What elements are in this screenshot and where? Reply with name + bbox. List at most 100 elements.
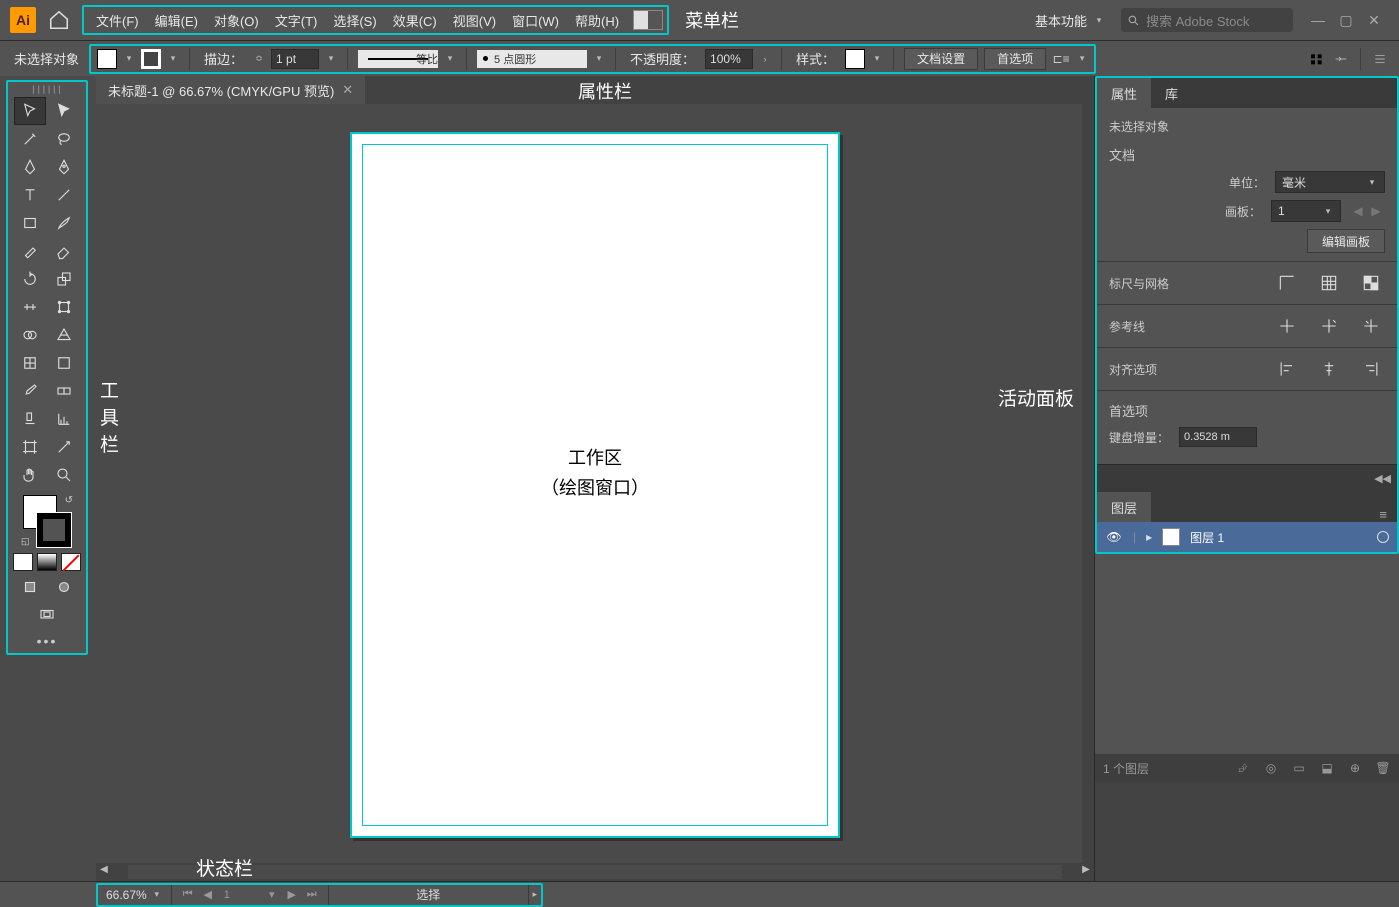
shape-builder-tool[interactable] bbox=[15, 322, 45, 348]
arrange-docs-icon[interactable] bbox=[633, 10, 663, 30]
close-tab-icon[interactable]: ✕ bbox=[342, 82, 353, 98]
scale-tool[interactable] bbox=[49, 266, 79, 292]
symbol-sprayer-tool[interactable] bbox=[15, 406, 45, 432]
chevron-down-icon[interactable]: ▾ bbox=[871, 53, 883, 64]
nav-last-icon[interactable]: ⏭ bbox=[304, 888, 320, 901]
scroll-left-icon[interactable]: ◀ bbox=[96, 864, 112, 880]
panel-menu-icon[interactable]: ≡ bbox=[1369, 507, 1397, 522]
color-mode[interactable] bbox=[13, 553, 33, 571]
doc-setup-button[interactable]: 文档设置 bbox=[904, 48, 978, 70]
style-swatch[interactable] bbox=[845, 49, 865, 69]
none-mode[interactable] bbox=[61, 553, 81, 571]
graph-tool[interactable] bbox=[49, 406, 79, 432]
artboard-tool[interactable] bbox=[15, 434, 45, 460]
workspace-dropdown[interactable]: 基本功能▾ bbox=[1025, 7, 1115, 34]
selection-tool[interactable] bbox=[15, 98, 45, 124]
guides-lock-icon[interactable] bbox=[1315, 313, 1343, 339]
screen-mode[interactable] bbox=[15, 602, 79, 628]
brush-sample[interactable]: 5 点圆形 bbox=[477, 50, 587, 68]
vertical-scrollbar[interactable] bbox=[1082, 104, 1094, 863]
stepper-icon[interactable]: ≎ bbox=[253, 53, 265, 64]
line-tool[interactable] bbox=[49, 182, 79, 208]
new-layer-icon[interactable]: ⊕ bbox=[1347, 760, 1363, 776]
edit-toolbar-icon[interactable]: ••• bbox=[37, 633, 58, 649]
status-tool[interactable]: 选择 bbox=[329, 885, 529, 905]
menu-view[interactable]: 视图(V) bbox=[445, 11, 504, 30]
stroke-weight-input[interactable]: 1 pt bbox=[271, 49, 319, 69]
scroll-right-icon[interactable]: ▶ bbox=[1078, 864, 1094, 880]
menu-type[interactable]: 文字(T) bbox=[267, 11, 326, 30]
perspective-tool[interactable] bbox=[49, 322, 79, 348]
chevron-right-icon[interactable]: › bbox=[759, 54, 771, 64]
chevron-down-icon[interactable]: ▾ bbox=[593, 53, 605, 64]
stroke-swatch[interactable] bbox=[141, 49, 161, 69]
draw-mode-normal[interactable] bbox=[15, 574, 45, 600]
document-tab[interactable]: 未标题-1 @ 66.67% (CMYK/GPU 预览) ✕ bbox=[96, 76, 365, 104]
eyedropper-tool[interactable] bbox=[15, 378, 45, 404]
tab-layers[interactable]: 图层 bbox=[1097, 492, 1151, 522]
menu-select[interactable]: 选择(S) bbox=[325, 11, 384, 30]
grid-icon[interactable] bbox=[1315, 270, 1343, 296]
maximize-icon[interactable]: ▢ bbox=[1337, 12, 1355, 29]
chevron-down-icon[interactable]: ▾ bbox=[167, 53, 179, 64]
clip-icon[interactable]: ◎ bbox=[1263, 760, 1279, 776]
transparency-grid-icon[interactable] bbox=[1357, 270, 1385, 296]
lasso-tool[interactable] bbox=[49, 126, 79, 152]
blend-tool[interactable] bbox=[49, 378, 79, 404]
status-menu-icon[interactable]: ▸ bbox=[529, 889, 541, 900]
chevron-down-icon[interactable]: ▾ bbox=[123, 53, 135, 64]
chevron-down-icon[interactable]: ▾ bbox=[1076, 53, 1088, 64]
chevron-down-icon[interactable]: ▾ bbox=[444, 53, 456, 64]
nav-prev-icon[interactable]: ◀ bbox=[200, 888, 216, 901]
nav-next-icon[interactable]: ▶ bbox=[284, 888, 300, 901]
layer-row[interactable]: 👁 | ▸ 图层 1 bbox=[1097, 522, 1397, 552]
menu-help[interactable]: 帮助(H) bbox=[567, 11, 627, 30]
pen-tool[interactable] bbox=[15, 154, 45, 180]
keyboard-increment-input[interactable]: 0.3528 m bbox=[1179, 427, 1257, 447]
gradient-mode[interactable] bbox=[37, 553, 57, 571]
list-icon[interactable] bbox=[1371, 50, 1389, 68]
opacity-input[interactable]: 100% bbox=[705, 49, 753, 69]
align-panel-icon[interactable] bbox=[1308, 50, 1326, 68]
unit-select[interactable]: 毫米▾ bbox=[1275, 171, 1385, 193]
direct-selection-tool[interactable] bbox=[49, 98, 79, 124]
align-center-icon[interactable] bbox=[1315, 356, 1343, 382]
artboard-number[interactable]: 1 bbox=[220, 889, 260, 901]
smart-guides-icon[interactable] bbox=[1357, 313, 1385, 339]
edit-artboards-button[interactable]: 编辑画板 bbox=[1307, 229, 1385, 253]
tab-properties[interactable]: 属性 bbox=[1097, 78, 1151, 108]
chevron-down-icon[interactable]: ▾ bbox=[325, 53, 337, 64]
layer-name[interactable]: 图层 1 bbox=[1190, 529, 1224, 546]
menu-object[interactable]: 对象(O) bbox=[206, 11, 267, 30]
tab-libraries[interactable]: 库 bbox=[1151, 78, 1192, 108]
nav-first-icon[interactable]: ⏮ bbox=[180, 888, 196, 901]
paintbrush-tool[interactable] bbox=[49, 210, 79, 236]
gradient-tool[interactable] bbox=[49, 350, 79, 376]
width-tool[interactable] bbox=[15, 294, 45, 320]
target-icon[interactable] bbox=[1377, 531, 1389, 543]
swap-icon[interactable]: ↺ bbox=[65, 495, 73, 506]
locate-icon[interactable]: ⮵ bbox=[1235, 760, 1251, 776]
ruler-icon[interactable] bbox=[1273, 270, 1301, 296]
visibility-icon[interactable]: 👁 bbox=[1105, 530, 1123, 544]
fill-stroke-control[interactable]: ↺ ◱ bbox=[19, 495, 75, 547]
menu-edit[interactable]: 编辑(E) bbox=[147, 11, 206, 30]
guides-show-icon[interactable] bbox=[1273, 313, 1301, 339]
artboard-select[interactable]: 1▾ bbox=[1271, 200, 1341, 222]
canvas-area[interactable]: 活动面板 工作区 （绘图窗口） bbox=[96, 104, 1094, 863]
fill-swatch[interactable] bbox=[97, 49, 117, 69]
artboard[interactable]: 工作区 （绘图窗口） bbox=[350, 132, 840, 838]
chevron-down-icon[interactable]: ▾ bbox=[264, 888, 280, 901]
zoom-tool[interactable] bbox=[49, 462, 79, 488]
rotate-tool[interactable] bbox=[15, 266, 45, 292]
stroke-swatch-large[interactable] bbox=[37, 513, 71, 547]
mesh-tool[interactable] bbox=[15, 350, 45, 376]
draw-mode-behind[interactable] bbox=[49, 574, 79, 600]
menu-effect[interactable]: 效果(C) bbox=[385, 11, 445, 30]
menu-window[interactable]: 窗口(W) bbox=[504, 11, 567, 30]
new-sublayer-icon[interactable]: ⬓ bbox=[1319, 760, 1335, 776]
free-transform-tool[interactable] bbox=[49, 294, 79, 320]
artboard-next-icon[interactable]: ▶ bbox=[1367, 202, 1385, 220]
delete-layer-icon[interactable]: 🗑 bbox=[1375, 760, 1391, 776]
artboard-prev-icon[interactable]: ◀ bbox=[1349, 202, 1367, 220]
